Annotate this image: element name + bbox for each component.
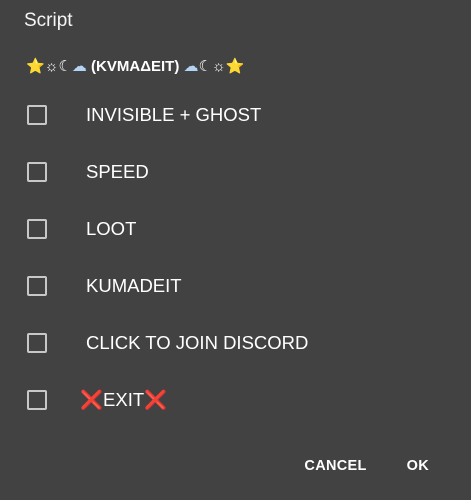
option-loot[interactable]: LOOT <box>0 200 471 257</box>
option-label: LOOT <box>86 217 137 239</box>
dialog-title: Script <box>24 10 73 31</box>
cloud-icon: ☁ <box>71 58 87 75</box>
option-label: ❌EXIT❌ <box>80 389 167 411</box>
cross-mark-icon: ❌ <box>144 388 168 410</box>
checkbox[interactable] <box>27 161 47 182</box>
option-label: KUMADEIT <box>86 274 182 296</box>
subtitle-text: (ΚVΜΑΔΕΙΤ) <box>86 58 184 75</box>
option-invisible-ghost[interactable]: INVISIBLE + GHOST <box>0 86 471 143</box>
dialog-subtitle: ⭐☼☾☁ (ΚVΜΑΔΕΙΤ) ☁☾☼⭐ <box>26 56 244 78</box>
option-exit[interactable]: ❌EXIT❌ <box>0 371 471 428</box>
checkbox[interactable] <box>27 275 47 296</box>
option-label: INVISIBLE + GHOST <box>86 103 262 125</box>
cloud-icon: ☁ <box>183 58 199 75</box>
checkbox[interactable] <box>27 218 47 239</box>
option-label: CLICK TO JOIN DISCORD <box>86 331 309 353</box>
cancel-button[interactable]: CANCEL <box>292 450 378 482</box>
checkbox[interactable] <box>27 389 47 410</box>
option-kumadeit[interactable]: KUMADEIT <box>0 257 471 314</box>
script-dialog: Script ⭐☼☾☁ (ΚVΜΑΔΕΙΤ) ☁☾☼⭐ INVISIBLE + … <box>0 0 471 500</box>
exit-label: EXIT <box>103 388 145 410</box>
cross-mark-icon: ❌ <box>80 388 104 410</box>
ok-button[interactable]: OK <box>395 450 441 482</box>
dialog-actions: CANCEL OK <box>292 448 471 484</box>
option-label: SPEED <box>86 160 149 182</box>
checkbox[interactable] <box>27 104 47 125</box>
options-list: INVISIBLE + GHOST SPEED LOOT KUMADEIT CL… <box>0 86 471 428</box>
checkbox[interactable] <box>27 332 47 353</box>
subtitle-suffix: ☾☼⭐ <box>198 58 245 75</box>
option-join-discord[interactable]: CLICK TO JOIN DISCORD <box>0 314 471 371</box>
subtitle-prefix: ⭐☼☾ <box>26 58 72 75</box>
option-speed[interactable]: SPEED <box>0 143 471 200</box>
